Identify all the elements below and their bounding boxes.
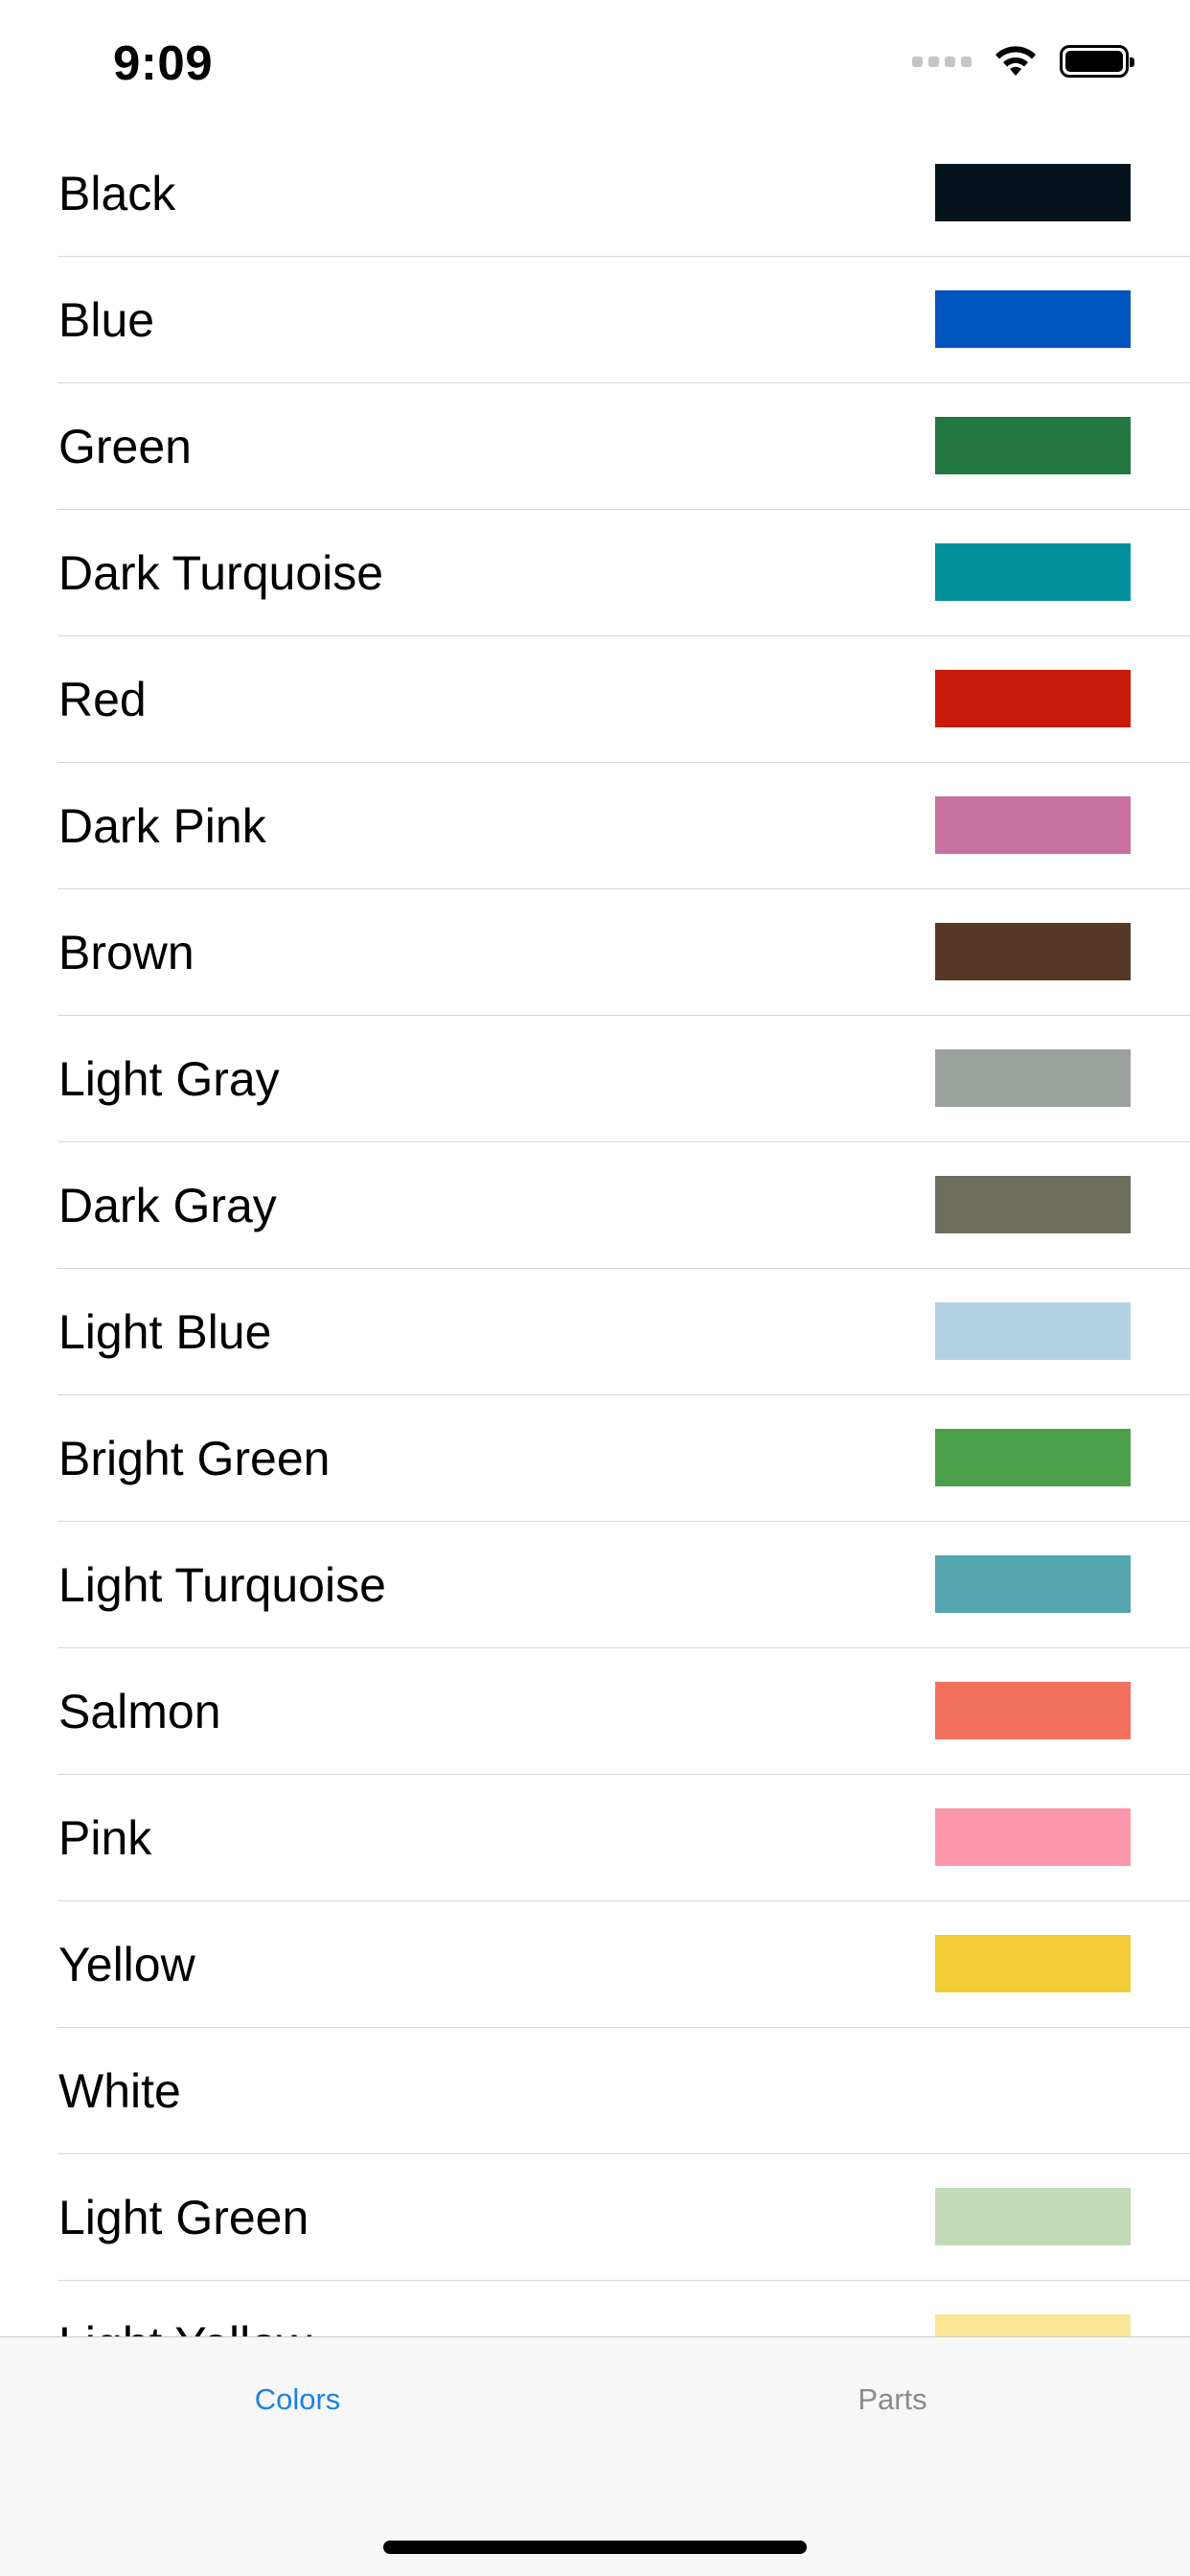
color-name: Black [58,167,176,220]
screen: 9:09 Black Blue Green Dark Turquoise Red Dark… [0,0,1190,2576]
color-row[interactable]: Light Green [0,2154,1190,2281]
color-name: Salmon [58,1685,221,1738]
color-row[interactable]: Black [0,130,1190,257]
color-swatch [935,796,1131,854]
color-row[interactable]: Light Turquoise [0,1522,1190,1648]
color-row[interactable]: Blue [0,257,1190,383]
color-name: Pink [58,1811,152,1865]
color-name: Brown [58,926,195,979]
color-row[interactable]: Pink [0,1775,1190,1901]
color-row[interactable]: Yellow [0,1901,1190,2028]
color-name: Red [58,673,147,726]
color-row[interactable]: Brown [0,889,1190,1016]
color-swatch [935,2188,1131,2245]
color-swatch [935,1808,1131,1866]
color-name: Bright Green [58,1432,331,1485]
color-row[interactable]: Light Blue [0,1269,1190,1395]
color-swatch [935,670,1131,727]
color-swatch [935,1049,1131,1107]
color-name: White [58,2064,181,2118]
color-row[interactable]: Bright Green [0,1395,1190,1522]
color-row[interactable]: Light Gray [0,1016,1190,1142]
status-time: 9:09 [113,35,214,90]
color-swatch [935,164,1131,221]
color-swatch [935,1302,1131,1360]
color-row[interactable]: Dark Pink [0,763,1190,889]
color-name: Yellow [58,1938,195,1991]
color-name: Light Blue [58,1305,272,1359]
color-row[interactable]: Green [0,383,1190,510]
color-row[interactable]: Red [0,636,1190,763]
color-name: Dark Turquoise [58,546,384,600]
battery-icon [1060,45,1134,78]
color-swatch [935,1429,1131,1486]
color-name: Dark Pink [58,799,266,853]
color-swatch [935,417,1131,474]
color-swatch [935,1176,1131,1233]
status-icons [912,44,1134,79]
color-swatch [935,1555,1131,1613]
color-row[interactable]: Dark Turquoise [0,510,1190,636]
color-list[interactable]: Black Blue Green Dark Turquoise Red Dark Pink… [0,130,1190,2407]
color-name: Light Green [58,2191,309,2244]
color-name: Light Turquoise [58,1558,386,1612]
color-swatch [935,543,1131,601]
tab-colors[interactable]: Colors [0,2337,595,2462]
signal-icon [912,56,972,67]
color-swatch [935,290,1131,348]
color-row[interactable]: White [0,2028,1190,2154]
color-swatch [935,2061,1131,2119]
status-bar: 9:09 [0,0,1190,130]
home-indicator[interactable] [383,2541,807,2554]
color-swatch [935,1682,1131,1739]
color-row[interactable]: Dark Gray [0,1142,1190,1269]
color-name: Dark Gray [58,1179,277,1232]
tab-parts[interactable]: Parts [595,2337,1190,2462]
tab-bar: Colors Parts [0,2336,1190,2576]
color-swatch [935,1935,1131,1992]
color-row[interactable]: Salmon [0,1648,1190,1775]
color-name: Blue [58,293,155,347]
color-swatch [935,923,1131,980]
color-name: Green [58,420,192,473]
color-name: Light Gray [58,1052,280,1106]
wifi-icon [993,44,1039,79]
